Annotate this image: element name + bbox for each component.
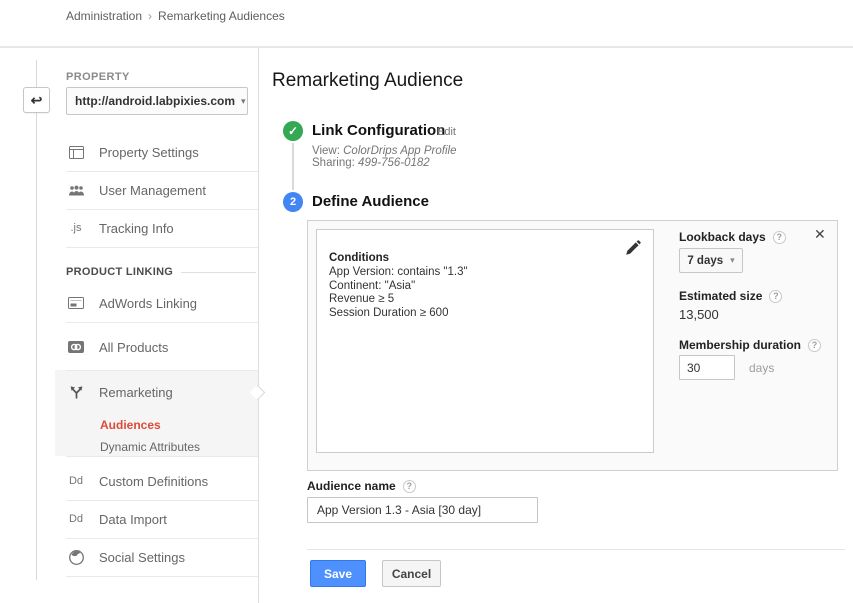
define-audience-panel: Conditions App Version: contains "1.3" C… (307, 220, 838, 471)
close-icon[interactable]: ✕ (814, 227, 826, 241)
divider (66, 322, 258, 323)
condition-line: Continent: "Asia" (329, 280, 468, 294)
property-section-label: PROPERTY (66, 71, 130, 83)
lookback-days-label: Lookback days (679, 230, 766, 244)
sidebar-item-custom-definitions[interactable]: Dd Custom Definitions (66, 462, 256, 500)
page-title: Remarketing Audience (272, 70, 463, 92)
audience-name-label-row: Audience name ? (307, 479, 416, 493)
sidebar-item-tracking-info[interactable]: .js Tracking Info (66, 209, 256, 247)
sidebar-item-label: Remarketing (99, 385, 173, 400)
pencil-icon (623, 240, 641, 258)
sidebar-item-social-settings[interactable]: Social Settings (66, 538, 256, 576)
step2-number-badge: 2 (283, 192, 303, 212)
dd-icon: Dd (66, 513, 86, 525)
step-connector-line (292, 143, 294, 190)
sidebar-divider (258, 48, 259, 603)
sidebar-item-label: All Products (99, 340, 168, 355)
header-divider (0, 46, 853, 48)
lookback-days-value: 7 days (687, 255, 723, 267)
product-linking-label: PRODUCT LINKING (66, 266, 173, 278)
sidebar-item-label: User Management (99, 183, 206, 198)
estimated-size-label: Estimated size (679, 289, 762, 303)
property-selector-value: http://android.labpixies.com (75, 94, 235, 108)
sidebar-subitem-audiences[interactable]: Audiences (100, 418, 161, 432)
sidebar-item-user-management[interactable]: User Management (66, 171, 256, 209)
sidebar-subitem-dynamic-attributes[interactable]: Dynamic Attributes (100, 440, 200, 454)
sidebar-item-label: Data Import (99, 512, 167, 527)
adwords-screen-icon (66, 297, 86, 309)
sharing-label: Sharing: (312, 157, 355, 169)
property-selector[interactable]: http://android.labpixies.com ▾ (66, 87, 248, 115)
lookback-days-label-row: Lookback days ? (679, 230, 786, 244)
sidebar-item-label: Property Settings (99, 145, 199, 160)
window-layout-icon (66, 146, 86, 159)
conditions-card: Conditions App Version: contains "1.3" C… (316, 229, 654, 453)
chevron-down-icon: ▾ (730, 255, 735, 266)
view-label: View: (312, 145, 340, 157)
condition-line: Revenue ≥ 5 (329, 293, 468, 307)
product-linking-section-header: PRODUCT LINKING (66, 262, 256, 282)
help-icon[interactable]: ? (769, 290, 782, 303)
divider (66, 247, 258, 248)
divider (66, 576, 258, 577)
back-arrow-icon: ↩ (31, 92, 43, 109)
section-rule (181, 272, 256, 273)
conditions-heading: Conditions (329, 252, 389, 264)
membership-duration-input[interactable] (679, 355, 735, 380)
help-icon[interactable]: ? (403, 480, 416, 493)
save-button[interactable]: Save (310, 560, 366, 587)
branching-arrows-icon (66, 385, 86, 399)
dd-icon: Dd (66, 475, 86, 487)
chevron-down-icon: ▾ (241, 96, 246, 107)
sharing-value: 499-756-0182 (358, 157, 430, 169)
sidebar-item-label: Social Settings (99, 550, 185, 565)
lookback-days-select[interactable]: 7 days ▾ (679, 248, 743, 273)
sidebar-item-label: AdWords Linking (99, 296, 197, 311)
audience-name-input[interactable] (307, 497, 538, 523)
view-value: ColorDrips App Profile (343, 145, 456, 157)
conditions-list: App Version: contains "1.3" Continent: "… (329, 266, 468, 320)
cancel-button[interactable]: Cancel (382, 560, 441, 587)
breadcrumb-separator-icon: › (148, 9, 152, 23)
help-icon[interactable]: ? (808, 339, 821, 352)
membership-duration-unit: days (749, 361, 774, 375)
remarketing-audience-page: Administration › Remarketing Audiences ↩… (0, 0, 853, 603)
collapse-sidebar-button[interactable]: ↩ (23, 87, 50, 113)
sidebar-item-remarketing[interactable]: Remarketing (66, 370, 256, 414)
estimated-size-value: 13,500 (679, 307, 719, 322)
sidebar-item-data-import[interactable]: Dd Data Import (66, 500, 256, 538)
divider (307, 549, 845, 550)
breadcrumb-administration[interactable]: Administration (66, 9, 142, 23)
step1-complete-badge: ✓ (283, 121, 303, 141)
condition-line: App Version: contains "1.3" (329, 266, 468, 280)
check-icon: ✓ (288, 124, 298, 138)
sidebar-item-label: Custom Definitions (99, 474, 208, 489)
linked-products-icon (66, 341, 86, 353)
js-icon: .js (66, 222, 86, 234)
edit-link[interactable]: Edit (437, 126, 456, 138)
membership-duration-label: Membership duration (679, 338, 801, 352)
help-icon[interactable]: ? (773, 231, 786, 244)
sidebar-item-property-settings[interactable]: Property Settings (66, 133, 256, 171)
sidebar-collapse-line (36, 60, 37, 580)
membership-duration-label-row: Membership duration ? (679, 338, 821, 352)
condition-line: Session Duration ≥ 600 (329, 307, 468, 321)
sidebar-item-adwords-linking[interactable]: AdWords Linking (66, 284, 256, 322)
divider (66, 456, 258, 457)
step1-title: Link Configuration (312, 122, 445, 139)
view-line: View: ColorDrips App Profile (312, 145, 456, 157)
step2-title: Define Audience (312, 193, 429, 210)
sidebar-item-all-products[interactable]: All Products (66, 328, 256, 366)
sidebar-item-label: Tracking Info (99, 221, 174, 236)
people-group-icon (66, 185, 86, 196)
globe-icon (66, 550, 86, 565)
audience-name-label: Audience name (307, 479, 396, 493)
estimated-size-label-row: Estimated size ? (679, 289, 782, 303)
sharing-line: Sharing: 499-756-0182 (312, 157, 430, 169)
breadcrumb-remarketing-audiences: Remarketing Audiences (158, 9, 285, 23)
edit-conditions-button[interactable] (623, 240, 641, 258)
breadcrumb: Administration › Remarketing Audiences (66, 9, 285, 23)
